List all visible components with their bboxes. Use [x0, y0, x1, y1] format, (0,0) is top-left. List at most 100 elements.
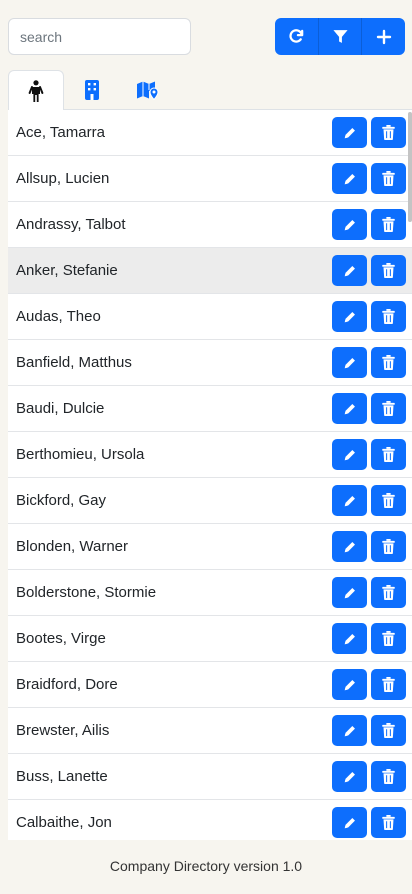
row-actions [332, 301, 406, 332]
delete-button[interactable] [371, 531, 406, 562]
tab-personnel[interactable] [8, 70, 64, 111]
trash-icon [382, 263, 395, 278]
person-name: Berthomieu, Ursola [16, 446, 145, 463]
list-item[interactable]: Allsup, Lucien [8, 156, 412, 202]
tab-departments[interactable] [64, 70, 120, 110]
filter-button[interactable] [317, 18, 362, 55]
edit-button[interactable] [332, 577, 367, 608]
delete-button[interactable] [371, 163, 406, 194]
list-item[interactable]: Brewster, Ailis [8, 708, 412, 754]
list-item[interactable]: Anker, Stefanie [8, 248, 412, 294]
pencil-icon [344, 633, 355, 644]
edit-button[interactable] [332, 531, 367, 562]
row-actions [332, 439, 406, 470]
trash-icon [382, 125, 395, 140]
edit-button[interactable] [332, 163, 367, 194]
delete-button[interactable] [371, 347, 406, 378]
delete-button[interactable] [371, 623, 406, 654]
person-name: Calbaithe, Jon [16, 814, 112, 831]
delete-button[interactable] [371, 393, 406, 424]
edit-button[interactable] [332, 439, 367, 470]
row-actions [332, 117, 406, 148]
trash-icon [382, 401, 395, 416]
list-item[interactable]: Ace, Tamarra [8, 110, 412, 156]
delete-button[interactable] [371, 807, 406, 838]
pencil-icon [344, 403, 355, 414]
edit-button[interactable] [332, 715, 367, 746]
trash-icon [382, 815, 395, 830]
list-item[interactable]: Buss, Lanette [8, 754, 412, 800]
list-item[interactable]: Banfield, Matthus [8, 340, 412, 386]
row-actions [332, 347, 406, 378]
delete-button[interactable] [371, 577, 406, 608]
row-actions [332, 761, 406, 792]
delete-button[interactable] [371, 761, 406, 792]
edit-button[interactable] [332, 347, 367, 378]
delete-button[interactable] [371, 255, 406, 286]
building-icon [85, 80, 99, 100]
pencil-icon [344, 771, 355, 782]
search-input[interactable] [8, 18, 191, 55]
row-actions [332, 209, 406, 240]
filter-icon [332, 30, 348, 43]
delete-button[interactable] [371, 301, 406, 332]
trash-icon [382, 723, 395, 738]
map-location-icon [137, 81, 159, 100]
list-item[interactable]: Bolderstone, Stormie [8, 570, 412, 616]
list-item[interactable]: Berthomieu, Ursola [8, 432, 412, 478]
list-scrollbar[interactable] [408, 112, 412, 222]
pencil-icon [344, 357, 355, 368]
list-item[interactable]: Audas, Theo [8, 294, 412, 340]
trash-icon [382, 171, 395, 186]
add-button[interactable] [361, 18, 405, 55]
trash-icon [382, 677, 395, 692]
trash-icon [382, 539, 395, 554]
edit-button[interactable] [332, 255, 367, 286]
person-name: Buss, Lanette [16, 768, 108, 785]
pencil-icon [344, 679, 355, 690]
list-item[interactable]: Blonden, Warner [8, 524, 412, 570]
trash-icon [382, 585, 395, 600]
trash-icon [382, 769, 395, 784]
person-name: Banfield, Matthus [16, 354, 132, 371]
delete-button[interactable] [371, 669, 406, 700]
pencil-icon [344, 541, 355, 552]
delete-button[interactable] [371, 485, 406, 516]
edit-button[interactable] [332, 485, 367, 516]
row-actions [332, 623, 406, 654]
person-name: Bickford, Gay [16, 492, 107, 509]
edit-button[interactable] [332, 807, 367, 838]
pencil-icon [344, 265, 355, 276]
list-item[interactable]: Andrassy, Talbot [8, 202, 412, 248]
person-name: Andrassy, Talbot [16, 216, 126, 233]
edit-button[interactable] [332, 117, 367, 148]
delete-button[interactable] [371, 117, 406, 148]
tab-locations[interactable] [120, 70, 176, 110]
pencil-icon [344, 311, 355, 322]
edit-button[interactable] [332, 669, 367, 700]
delete-button[interactable] [371, 715, 406, 746]
list-item[interactable]: Bickford, Gay [8, 478, 412, 524]
trash-icon [382, 309, 395, 324]
list-item[interactable]: Bootes, Virge [8, 616, 412, 662]
edit-button[interactable] [332, 761, 367, 792]
edit-button[interactable] [332, 301, 367, 332]
person-name: Ace, Tamarra [16, 124, 105, 141]
row-actions [332, 255, 406, 286]
edit-button[interactable] [332, 623, 367, 654]
delete-button[interactable] [371, 439, 406, 470]
person-name: Blonden, Warner [16, 538, 129, 555]
row-actions [332, 807, 406, 838]
list-item[interactable]: Calbaithe, Jon [8, 800, 412, 840]
list-item[interactable]: Baudi, Dulcie [8, 386, 412, 432]
row-actions [332, 531, 406, 562]
edit-button[interactable] [332, 209, 367, 240]
view-tabs [8, 70, 412, 111]
trash-icon [382, 631, 395, 646]
person-name: Anker, Stefanie [16, 262, 118, 279]
row-actions [332, 393, 406, 424]
list-item[interactable]: Braidford, Dore [8, 662, 412, 708]
delete-button[interactable] [371, 209, 406, 240]
edit-button[interactable] [332, 393, 367, 424]
refresh-button[interactable] [275, 18, 318, 55]
